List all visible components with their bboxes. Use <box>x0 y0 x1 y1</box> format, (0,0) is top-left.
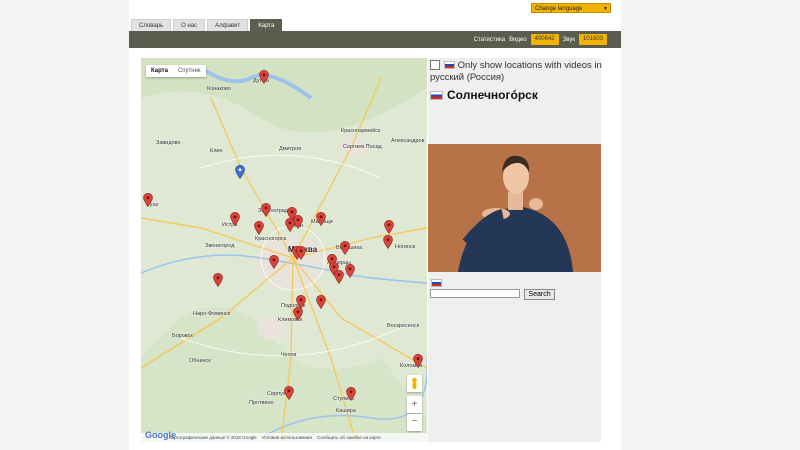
zoom-in-button[interactable]: + <box>407 396 422 413</box>
location-marker-icon[interactable] <box>293 215 303 229</box>
change-language-select[interactable]: Change language ▼ <box>531 3 611 13</box>
only-videos-label: Only show locations with videos in русск… <box>430 60 602 83</box>
location-marker-icon[interactable] <box>261 203 271 217</box>
location-marker-icon[interactable] <box>143 193 153 207</box>
city-label: Дмитров <box>279 146 302 152</box>
location-marker-icon[interactable] <box>284 386 294 400</box>
location-name: Солнечногóрск <box>447 88 538 102</box>
google-logo: Google <box>145 430 176 440</box>
city-label: Завидово <box>156 140 181 146</box>
main-tabs: Словарь О нас Алфавит Карта <box>131 19 283 31</box>
map-data-credit: Картографические данные © 2018 Google <box>169 435 257 440</box>
map-background <box>141 58 427 442</box>
tab-map[interactable]: Карта <box>250 19 283 31</box>
location-marker-icon[interactable] <box>213 273 223 287</box>
sound-count-badge: 101603 <box>578 34 607 45</box>
russia-flag-icon <box>430 91 443 101</box>
city-label: Протвино <box>249 400 274 406</box>
video-count-badge: 400642 <box>530 34 559 45</box>
city-label: Кашира <box>336 408 356 414</box>
tab-about[interactable]: О нас <box>173 19 206 31</box>
location-title: Солнечногóрск <box>430 88 538 102</box>
map-report-link[interactable]: Сообщить об ошибке на карте <box>317 435 381 440</box>
map-view[interactable]: Карта Спутник Дубна Конаково Клин Дмитро… <box>141 58 427 442</box>
city-label: Красногорск <box>255 236 287 242</box>
city-label: Ногинск <box>395 244 416 250</box>
location-marker-icon[interactable] <box>230 212 240 226</box>
location-marker-icon[interactable] <box>345 264 355 278</box>
tab-dictionary[interactable]: Словарь <box>131 19 172 31</box>
location-marker-icon[interactable] <box>269 255 279 269</box>
map-type-map-button[interactable]: Карта <box>146 65 173 77</box>
location-marker-icon[interactable] <box>316 295 326 309</box>
location-marker-icon[interactable] <box>293 307 303 321</box>
city-label: Наро-Фоминск <box>193 311 231 317</box>
stats-label: Статистика <box>473 36 506 43</box>
selected-location-marker-icon[interactable] <box>235 165 245 179</box>
zoom-out-button[interactable]: − <box>407 414 422 431</box>
change-language-label: Change language <box>535 6 583 12</box>
sign-video-player[interactable] <box>428 144 601 272</box>
search-input[interactable] <box>430 289 520 298</box>
map-type-control: Карта Спутник <box>146 65 206 77</box>
city-label: Александров <box>391 138 425 144</box>
street-view-pegman-icon[interactable] <box>407 375 422 392</box>
location-marker-icon[interactable] <box>346 387 356 401</box>
location-marker-icon[interactable] <box>259 70 269 84</box>
city-label: Конаково <box>207 86 231 92</box>
city-label: Воскресенск <box>387 323 420 329</box>
city-label: Боровск <box>172 333 193 339</box>
map-type-satellite-button[interactable]: Спутник <box>173 65 206 77</box>
russia-flag-icon <box>431 279 442 287</box>
location-marker-icon[interactable] <box>340 241 350 255</box>
signer-figure <box>428 144 601 272</box>
sound-label: Звук <box>562 36 575 43</box>
location-marker-icon[interactable] <box>316 212 326 226</box>
location-marker-icon[interactable] <box>334 270 344 284</box>
city-label: Обнинск <box>189 358 211 364</box>
tab-alphabet[interactable]: Алфавит <box>207 19 249 31</box>
map-footer: Картографические данные © 2018 Google Ус… <box>141 433 427 442</box>
only-videos-checkbox[interactable] <box>430 60 440 71</box>
location-marker-icon[interactable] <box>254 221 264 235</box>
location-marker-icon[interactable] <box>296 246 306 260</box>
video-label: Видео <box>509 36 527 43</box>
map-terms-link[interactable]: Условия использования <box>262 435 312 440</box>
city-label: Клин <box>210 148 223 154</box>
stats-bar: Статистика Видео 400642 Звук 101603 <box>474 34 607 45</box>
city-label: Сергиев Посад <box>343 144 382 150</box>
filter-option: Only show locations with videos in русск… <box>430 60 602 84</box>
location-marker-icon[interactable] <box>383 235 393 249</box>
dropdown-arrow-icon: ▼ <box>603 6 608 12</box>
russia-flag-icon <box>444 61 455 70</box>
city-label: Звенигород <box>205 243 235 249</box>
location-marker-icon[interactable] <box>413 354 423 368</box>
location-marker-icon[interactable] <box>384 220 394 234</box>
search-button[interactable]: Search <box>524 289 555 300</box>
navbar: Статистика Видео 400642 Звук 101603 <box>129 31 621 48</box>
city-label: Красноармейск <box>341 128 381 134</box>
city-label: Чехов <box>281 352 297 358</box>
